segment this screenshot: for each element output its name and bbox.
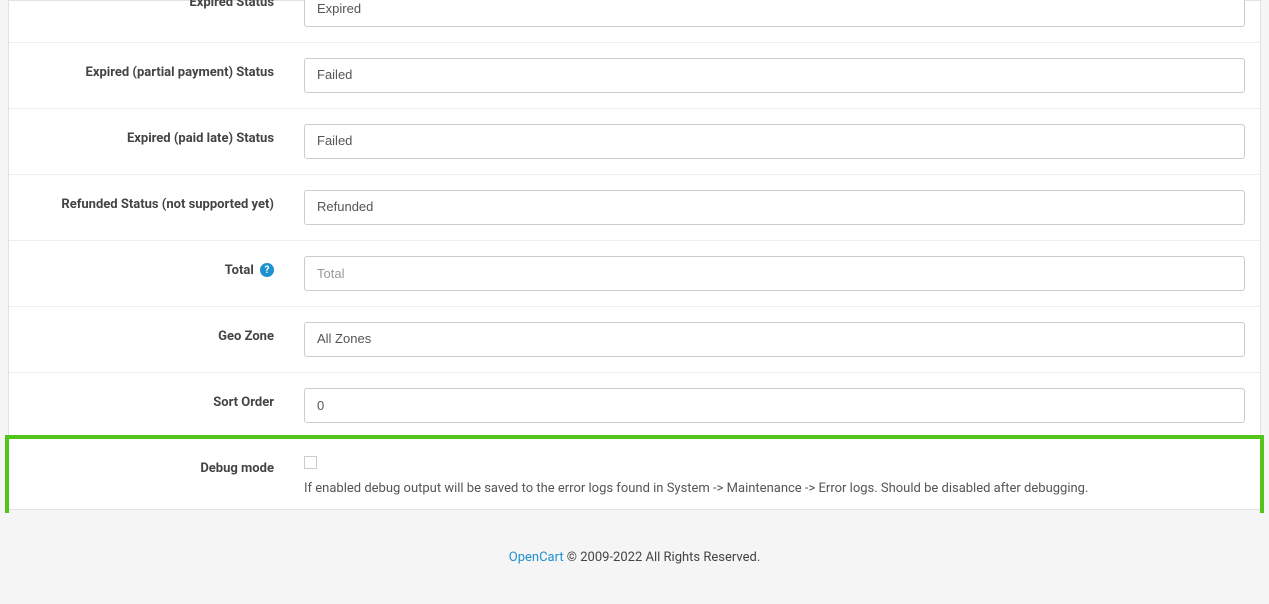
select-refunded[interactable]: Refunded: [304, 190, 1245, 225]
help-icon[interactable]: ?: [260, 263, 274, 277]
footer-link[interactable]: OpenCart: [509, 550, 564, 565]
field-expired-paid-late: Expired (paid late) Status Failed: [9, 109, 1260, 175]
label-debug-mode: Debug mode: [24, 454, 289, 476]
label-geo-zone: Geo Zone: [24, 322, 289, 344]
field-expired-partial: Expired (partial payment) Status Failed: [9, 43, 1260, 109]
settings-panel: Expired Status Expired Expired (partial …: [8, 0, 1261, 510]
field-refunded: Refunded Status (not supported yet) Refu…: [9, 175, 1260, 241]
field-geo-zone: Geo Zone All Zones: [9, 307, 1260, 373]
label-refunded: Refunded Status (not supported yet): [24, 190, 289, 212]
checkbox-debug-mode[interactable]: [304, 456, 317, 469]
select-expired-paid-late[interactable]: Failed: [304, 124, 1245, 159]
select-expired-partial[interactable]: Failed: [304, 58, 1245, 93]
label-expired-paid-late: Expired (paid late) Status: [24, 124, 289, 146]
label-sort-order: Sort Order: [24, 388, 289, 410]
label-expired-partial: Expired (partial payment) Status: [24, 58, 289, 80]
label-expired-status: Expired Status: [24, 0, 289, 10]
field-debug-mode: Debug mode If enabled debug output will …: [5, 435, 1264, 514]
help-text-debug-mode: If enabled debug output will be saved to…: [304, 479, 1245, 499]
field-sort-order: Sort Order: [9, 373, 1260, 439]
footer-copyright: © 2009-2022 All Rights Reserved.: [564, 550, 761, 565]
label-total: Total ?: [24, 256, 289, 278]
field-total: Total ?: [9, 241, 1260, 307]
input-sort-order[interactable]: [304, 388, 1245, 423]
select-geo-zone[interactable]: All Zones: [304, 322, 1245, 357]
footer: OpenCart © 2009-2022 All Rights Reserved…: [0, 510, 1269, 575]
field-expired-status: Expired Status Expired: [9, 1, 1260, 43]
input-total[interactable]: [304, 256, 1245, 291]
select-expired-status[interactable]: Expired: [304, 0, 1245, 27]
